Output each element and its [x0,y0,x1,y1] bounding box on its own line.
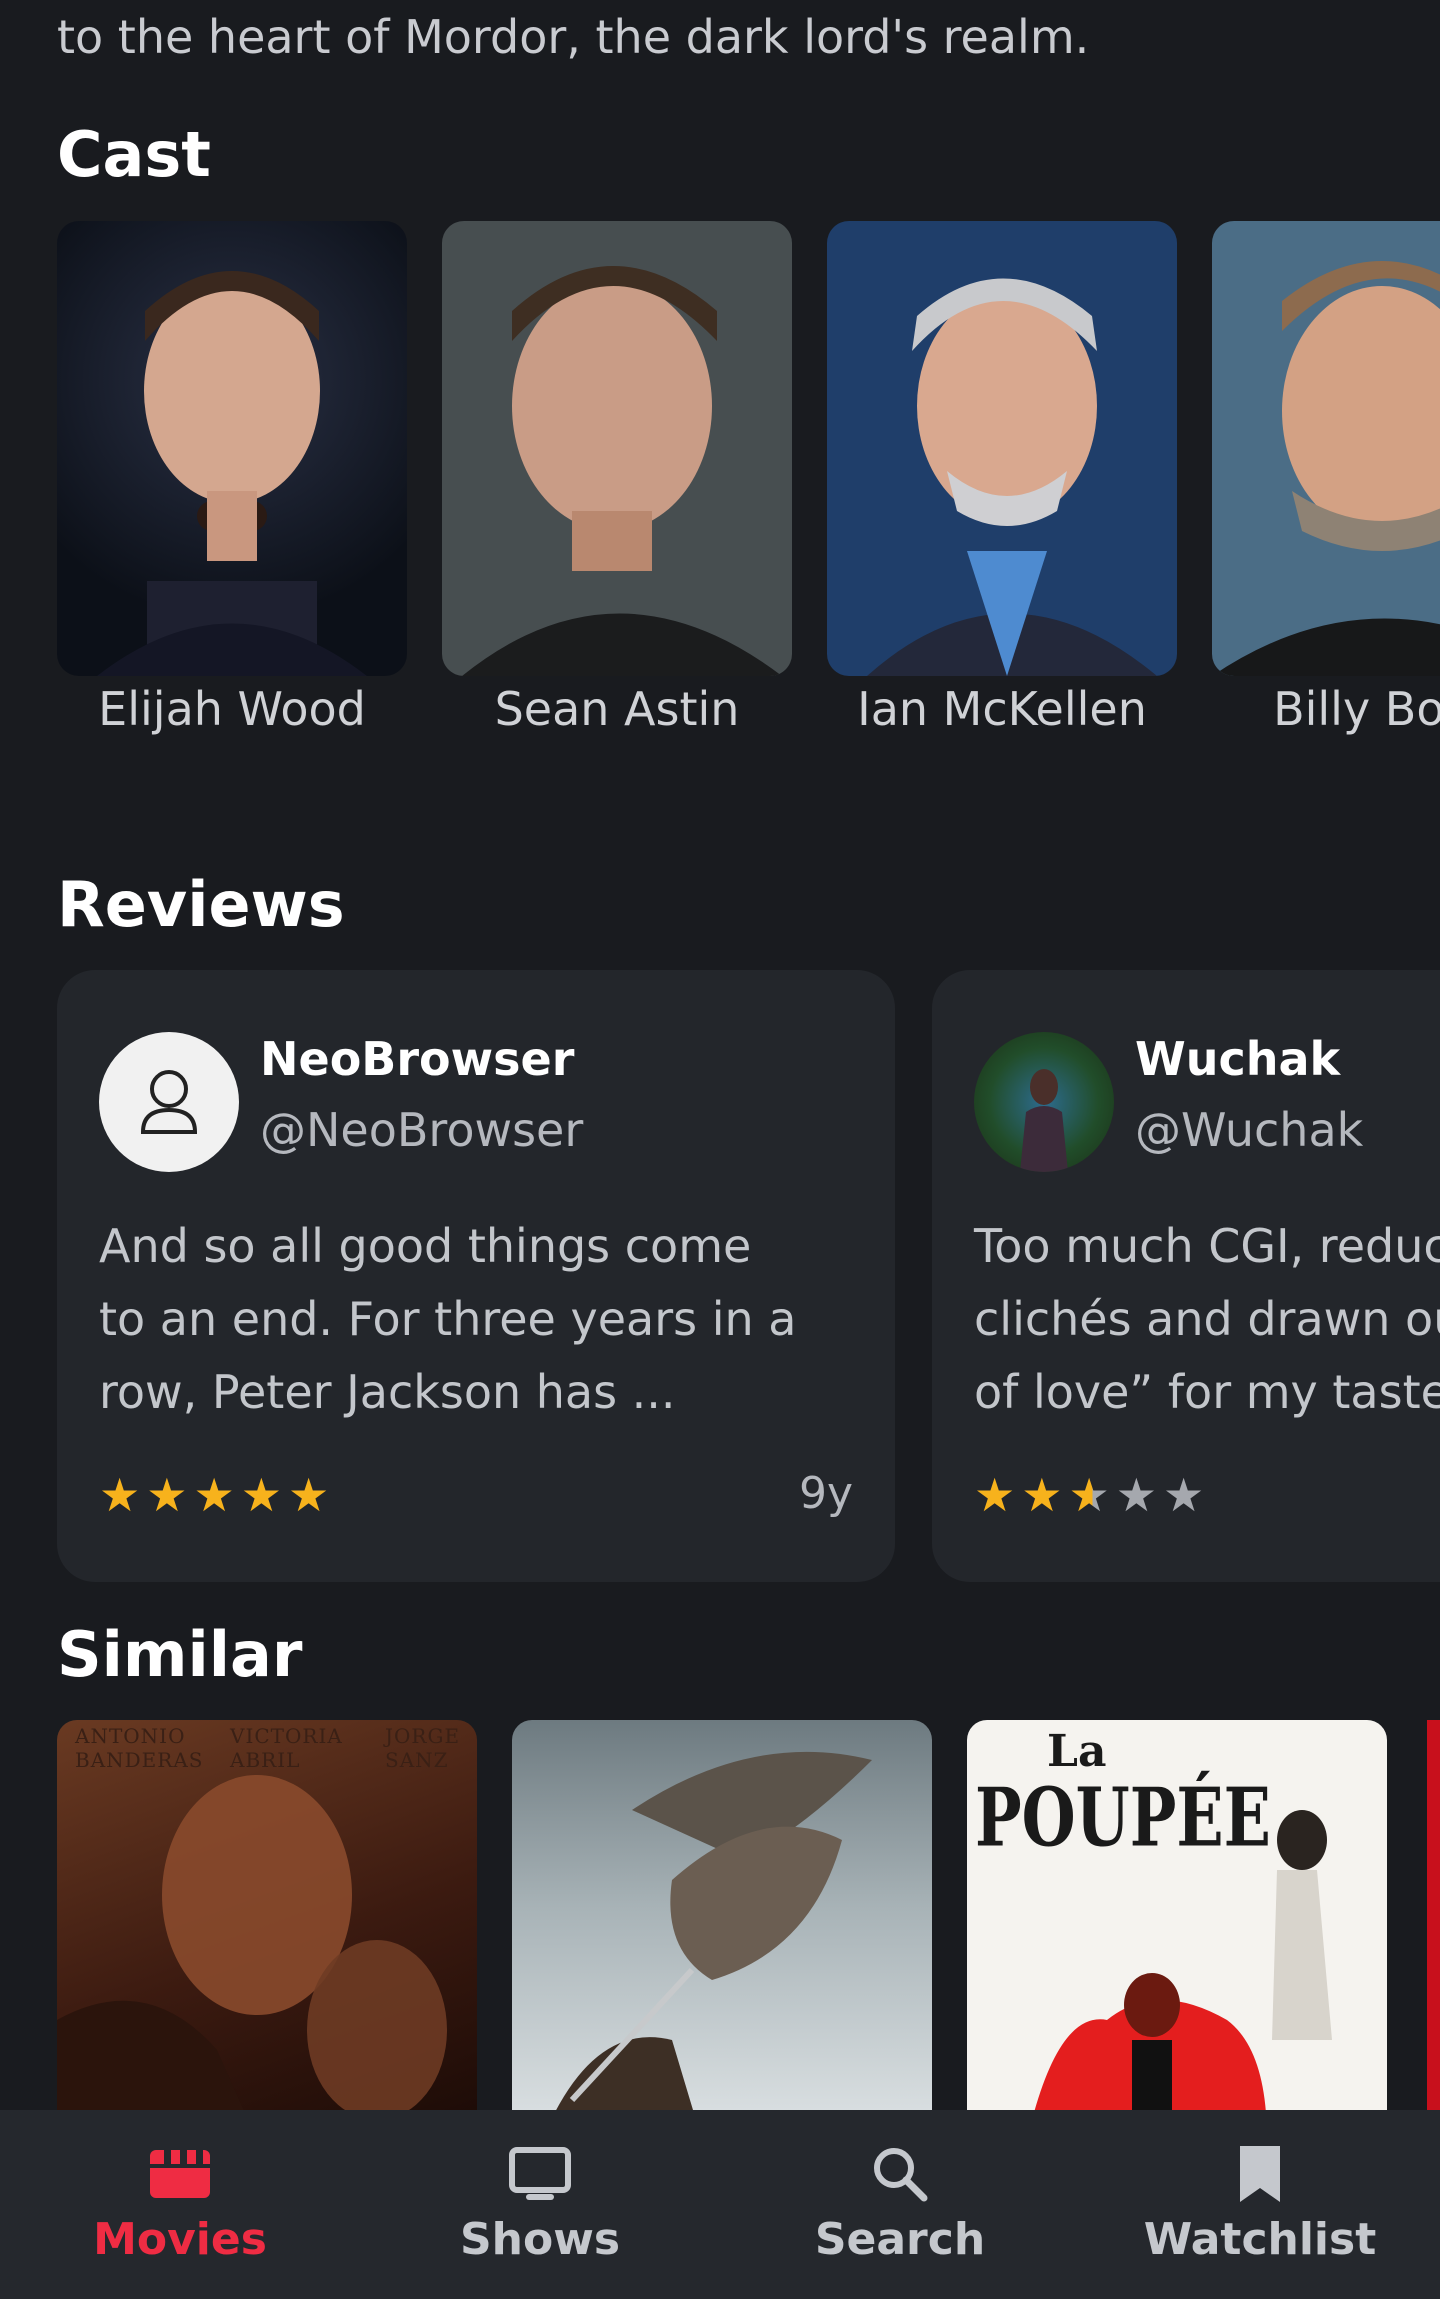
bottom-navigation: Movies Shows Search Watchlist [0,2110,1440,2299]
tv-icon [509,2147,571,2200]
similar-poster[interactable] [512,1720,932,2112]
similar-list[interactable]: ANTONIO BANDERAS VICTORIA ABRIL JORGE SA… [57,1720,1440,2112]
reviews-section-title: Reviews [57,868,345,941]
cast-photo [827,221,1177,676]
review-card[interactable]: NeoBrowser @NeoBrowser And so all good t… [57,970,895,1582]
nav-tab-shows[interactable]: Shows [360,2110,720,2299]
review-age: 9y [798,1468,853,1519]
cast-name: Ian McKellen [857,682,1147,736]
star-icon: ★ [1115,1468,1163,1522]
cast-card[interactable]: Ian McKellen [827,221,1177,736]
search-icon [874,2148,928,2202]
reviews-list[interactable]: NeoBrowser @NeoBrowser And so all good t… [57,970,1440,1585]
nav-tab-search[interactable]: Search [720,2110,1080,2299]
star-icon: ★ [193,1468,241,1522]
review-author: Wuchak [1135,1032,1341,1086]
avatar [99,1032,239,1172]
star-icon: ★ [240,1468,288,1522]
nav-label: Search [814,2214,986,2265]
nav-tab-watchlist[interactable]: Watchlist [1080,2110,1440,2299]
user-outline-icon [140,1070,198,1134]
cast-photo [57,221,407,676]
cast-list[interactable]: Elijah Wood Sean Astin Ian McKellen Bill… [57,221,1440,761]
nav-tab-movies[interactable]: Movies [0,2110,360,2299]
star-icon: ★ [1163,1468,1211,1522]
review-handle: @NeoBrowser [260,1103,584,1157]
nav-label: Watchlist [1143,2214,1377,2265]
star-rating: ★★★★★ [99,1468,335,1522]
nav-label: Shows [459,2214,621,2265]
avatar [974,1032,1114,1172]
cast-section-title: Cast [57,118,211,191]
cast-photo [442,221,792,676]
cast-name: Billy Boyd [1273,682,1440,736]
nav-label: Movies [93,2214,267,2265]
clapperboard-icon [150,2150,210,2198]
similar-poster[interactable]: La POUPÉE [967,1720,1387,2112]
star-rating: ★★★★★ [974,1468,1210,1522]
review-handle: @Wuchak [1135,1103,1364,1157]
cast-card[interactable]: Sean Astin [442,221,792,736]
star-icon: ★ [288,1468,336,1522]
star-icon: ★ [1021,1468,1069,1522]
similar-poster[interactable]: ANTONIO BANDERAS VICTORIA ABRIL JORGE SA… [57,1720,477,2112]
cast-card[interactable]: Billy Boyd [1212,221,1440,736]
overview-text: to the heart of Mordor, the dark lord's … [57,10,1090,64]
star-icon: ★ [974,1468,1022,1522]
star-half-icon: ★ [1068,1468,1116,1522]
review-text: Too much CGI, reduced clichés and drawn … [974,1219,1440,1419]
review-card[interactable]: Wuchak @Wuchak Too much CGI, reduced cli… [932,970,1440,1582]
star-icon: ★ [99,1468,147,1522]
cast-name: Elijah Wood [98,682,366,736]
bookmark-icon [1240,2146,1280,2202]
review-text: And so all good things come to an end. F… [99,1219,797,1419]
cast-photo [1212,221,1440,676]
cast-name: Sean Astin [494,682,740,736]
star-icon: ★ [146,1468,194,1522]
similar-poster-edge[interactable] [1427,1720,1440,2112]
review-author: NeoBrowser [260,1032,575,1086]
cast-card[interactable]: Elijah Wood [57,221,407,736]
similar-section-title: Similar [57,1618,303,1691]
